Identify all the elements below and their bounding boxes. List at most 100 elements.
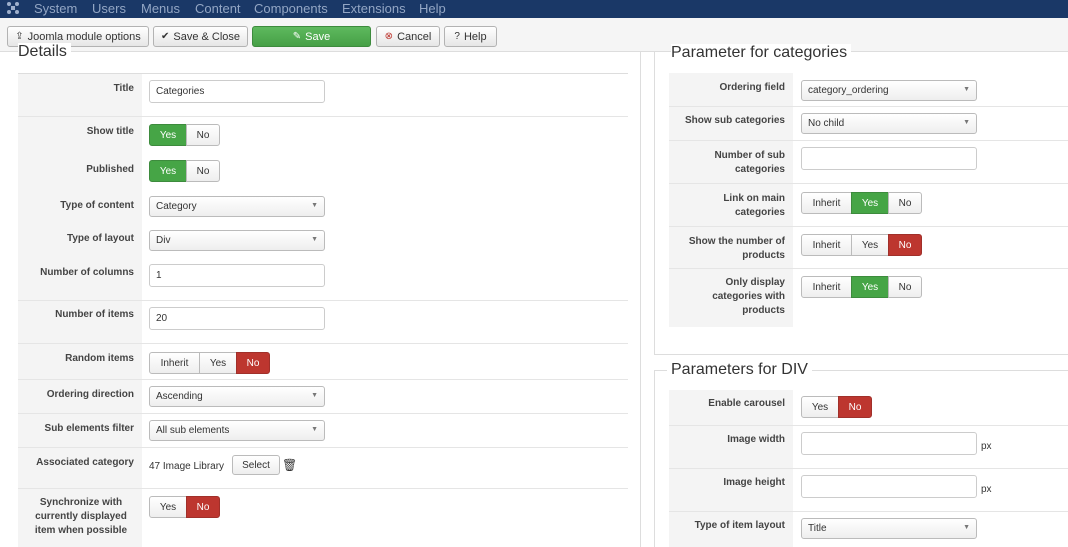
select-category-button[interactable]: Select	[232, 455, 280, 475]
item-layout-value: Title	[808, 523, 827, 534]
sync-yes[interactable]: Yes	[149, 496, 187, 518]
published-label: Published	[18, 155, 142, 191]
type-layout-label: Type of layout	[18, 225, 142, 259]
link-main-no[interactable]: No	[888, 192, 922, 214]
chevron-down-icon: ▼	[963, 119, 970, 126]
image-height-input[interactable]	[801, 475, 977, 498]
type-content-label: Type of content	[18, 191, 142, 225]
ordering-direction-select[interactable]: Ascending ▼	[149, 386, 325, 407]
row-num-items: Number of items 20	[18, 301, 628, 344]
show-number-inherit[interactable]: Inherit	[801, 234, 852, 256]
joomla-logo-icon[interactable]	[6, 1, 20, 15]
show-title-no[interactable]: No	[186, 124, 220, 146]
details-legend: Details	[18, 43, 71, 61]
row-item-layout: Type of item layout Title ▼	[669, 512, 1068, 547]
only-display-inherit[interactable]: Inherit	[801, 276, 852, 298]
sub-elements-select[interactable]: All sub elements ▼	[149, 420, 325, 441]
save-close-button[interactable]: ✔ Save & Close	[153, 26, 248, 47]
published-toggle: Yes No	[149, 160, 220, 182]
categories-border-bottom	[654, 354, 1068, 355]
title-input[interactable]: Categories	[149, 80, 325, 103]
select-category-group: Select	[232, 455, 280, 475]
edit-icon: ✎	[292, 30, 302, 42]
enable-carousel-toggle: Yes No	[801, 396, 872, 418]
nav-content[interactable]: Content	[195, 1, 241, 16]
div-params-panel: Enable carousel Yes No Image width px Im…	[669, 390, 1068, 547]
row-title: Title Categories	[18, 74, 628, 117]
nav-extensions[interactable]: Extensions	[342, 1, 406, 16]
type-content-select[interactable]: Category ▼	[149, 196, 325, 217]
nav-menus[interactable]: Menus	[141, 1, 180, 16]
nav-users[interactable]: Users	[92, 1, 126, 16]
random-items-yes[interactable]: Yes	[199, 352, 237, 374]
sub-elements-value: All sub elements	[156, 425, 230, 436]
type-layout-value: Div	[156, 235, 171, 246]
left-panel-border	[640, 52, 641, 547]
row-ordering-field: Ordering field category_ordering ▼	[669, 73, 1068, 107]
only-display-no[interactable]: No	[888, 276, 922, 298]
sync-label: Synchronize with currently displayed ite…	[18, 489, 142, 547]
sync-toggle: Yes No	[149, 496, 220, 518]
help-label: Help	[463, 30, 487, 43]
num-columns-label: Number of columns	[18, 259, 142, 300]
div-params-legend: Parameters for DIV	[667, 361, 812, 379]
ordering-field-select[interactable]: category_ordering ▼	[801, 80, 977, 101]
module-options-label: Joomla module options	[27, 30, 141, 43]
show-number-no[interactable]: No	[888, 234, 922, 256]
random-items-toggle: Inherit Yes No	[149, 352, 270, 374]
save-close-label: Save & Close	[173, 30, 241, 43]
row-image-height: Image height px	[669, 469, 1068, 512]
row-ordering-direction: Ordering direction Ascending ▼	[18, 380, 628, 414]
published-yes[interactable]: Yes	[149, 160, 187, 182]
num-sub-label: Number of sub categories	[669, 141, 793, 183]
row-random-items: Random items Inherit Yes No	[18, 344, 628, 380]
only-display-yes[interactable]: Yes	[851, 276, 889, 298]
help-button[interactable]: ? Help	[444, 26, 497, 47]
trash-icon[interactable]: 🗑	[282, 458, 297, 472]
item-layout-label: Type of item layout	[669, 512, 793, 547]
link-main-label: Link on main categories	[669, 184, 793, 226]
title-label: Title	[18, 74, 142, 116]
only-display-label: Only display categories with products	[669, 269, 793, 327]
row-num-sub: Number of sub categories	[669, 141, 1068, 184]
type-layout-select[interactable]: Div ▼	[149, 230, 325, 251]
image-width-input[interactable]	[801, 432, 977, 455]
nav-components[interactable]: Components	[254, 1, 328, 16]
row-type-layout: Type of layout Div ▼	[18, 225, 628, 259]
num-columns-input[interactable]: 1	[149, 264, 325, 287]
chevron-down-icon: ▼	[311, 392, 318, 399]
link-main-inherit[interactable]: Inherit	[801, 192, 852, 214]
ordering-field-label: Ordering field	[669, 73, 793, 106]
nav-help[interactable]: Help	[419, 1, 446, 16]
published-no[interactable]: No	[186, 160, 220, 182]
chevron-down-icon: ▼	[311, 236, 318, 243]
link-main-yes[interactable]: Yes	[851, 192, 889, 214]
cancel-button[interactable]: ⊗ Cancel	[376, 26, 440, 47]
num-items-label: Number of items	[18, 301, 142, 343]
show-number-toggle: Inherit Yes No	[801, 234, 922, 256]
categories-panel: Ordering field category_ordering ▼ Show …	[669, 73, 1068, 328]
row-num-columns: Number of columns 1	[18, 259, 628, 301]
item-layout-select[interactable]: Title ▼	[801, 518, 977, 539]
show-number-yes[interactable]: Yes	[851, 234, 889, 256]
nav-system[interactable]: System	[34, 1, 77, 16]
num-items-input[interactable]: 20	[149, 307, 325, 330]
image-width-unit: px	[981, 441, 992, 452]
show-title-yes[interactable]: Yes	[149, 124, 187, 146]
image-width-label: Image width	[669, 426, 793, 468]
chevron-down-icon: ▼	[963, 524, 970, 531]
row-only-display: Only display categories with products In…	[669, 269, 1068, 327]
categories-legend: Parameter for categories	[671, 44, 852, 62]
random-items-inherit[interactable]: Inherit	[149, 352, 200, 374]
random-items-no[interactable]: No	[236, 352, 270, 374]
enable-carousel-no[interactable]: No	[838, 396, 872, 418]
save-label: Save	[305, 30, 331, 43]
row-sub-elements: Sub elements filter All sub elements ▼	[18, 414, 628, 448]
sync-no[interactable]: No	[186, 496, 220, 518]
save-button[interactable]: ✎ Save	[252, 26, 371, 47]
num-sub-input[interactable]	[801, 147, 977, 170]
associated-category-value: 47 Image Library	[149, 461, 225, 472]
show-sub-select[interactable]: No child ▼	[801, 113, 977, 134]
enable-carousel-yes[interactable]: Yes	[801, 396, 839, 418]
enable-carousel-label: Enable carousel	[669, 390, 793, 425]
